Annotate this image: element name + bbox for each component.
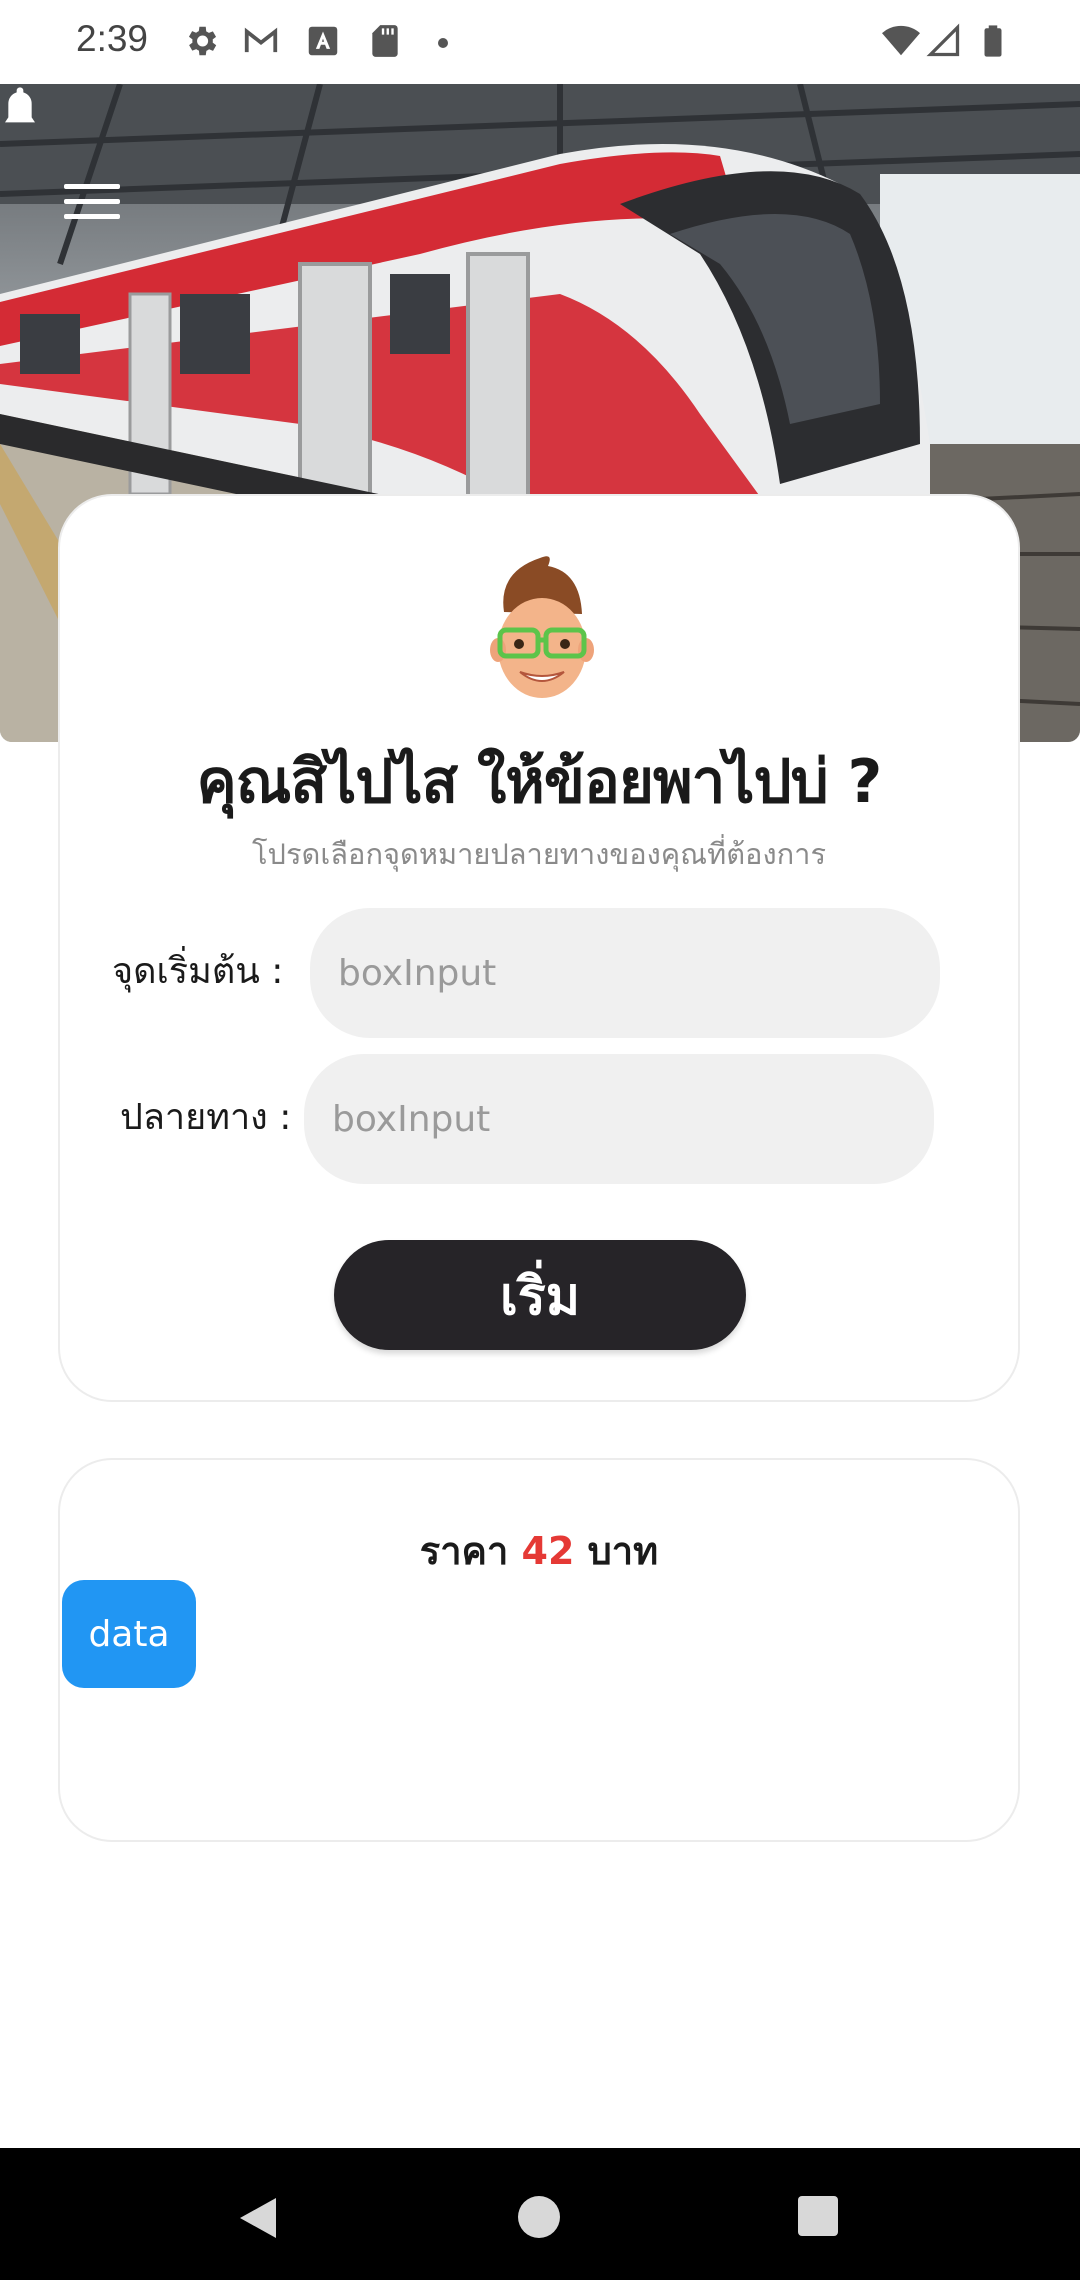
origin-input[interactable] (310, 908, 940, 1038)
gear-icon (188, 26, 217, 56)
system-nav-bar (0, 2148, 1080, 2280)
wifi-icon (882, 25, 920, 56)
status-bar: 2:39 (0, 0, 1080, 84)
origin-label: จุดเริ่มต้น : (112, 951, 284, 992)
price-line: ราคา 42 บาท (60, 1520, 1018, 1581)
hamburger-menu-icon[interactable] (64, 184, 120, 228)
avatar (490, 556, 594, 698)
gmail-icon (244, 27, 278, 53)
price-prefix: ราคา (419, 1529, 509, 1573)
bell-icon[interactable] (0, 84, 40, 134)
status-time: 2:39 (76, 18, 149, 59)
recents-icon[interactable] (798, 2196, 838, 2236)
search-card: คุณสิไปไส ให้ข้อยพาไปบ่ ? โปรดเลือกจุดหม… (58, 494, 1020, 1402)
price-card: ราคา 42 บาท data (58, 1458, 1020, 1842)
data-button[interactable]: data (62, 1580, 196, 1688)
font-icon (308, 26, 338, 56)
sd-card-icon (372, 25, 398, 57)
battery-icon (984, 25, 1002, 57)
page-title: คุณสิไปไส ให้ข้อยพาไปบ่ ? (196, 747, 883, 817)
home-icon[interactable] (518, 2196, 560, 2238)
price-value: 42 (521, 1529, 575, 1573)
signal-icon (926, 23, 960, 57)
start-button[interactable]: เริ่ม (334, 1240, 746, 1350)
page-subtitle: โปรดเลือกจุดหมายปลายทางของคุณที่ต้องการ (251, 837, 827, 871)
dot-icon (438, 38, 448, 48)
price-suffix: บาท (587, 1529, 659, 1573)
destination-label: ปลายทาง : (120, 1097, 292, 1138)
back-icon[interactable] (236, 2194, 280, 2242)
destination-input[interactable] (304, 1054, 934, 1184)
